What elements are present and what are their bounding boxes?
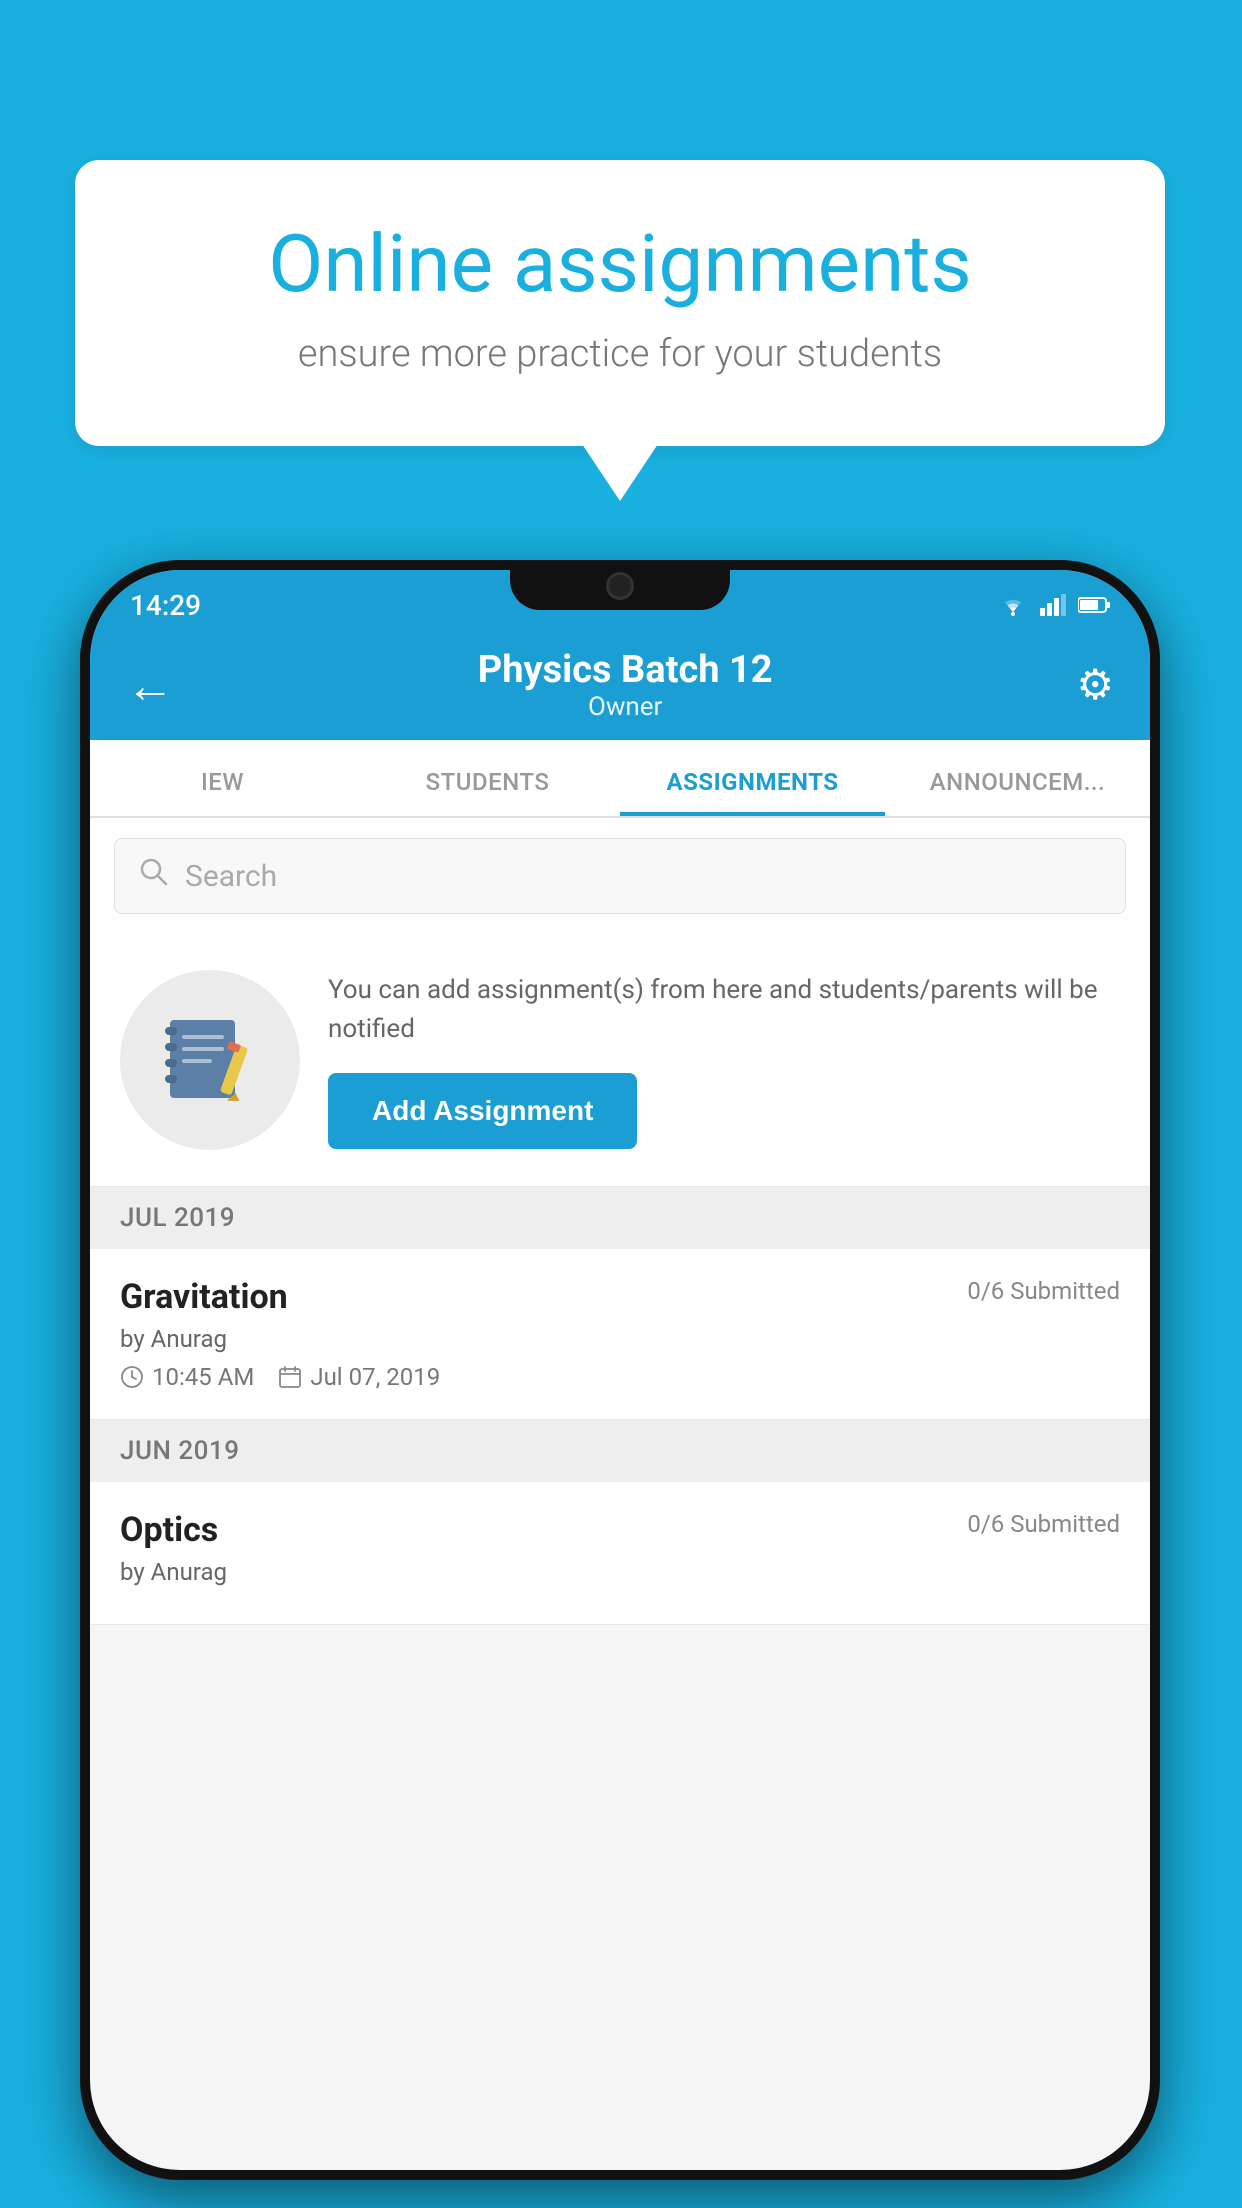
- search-bar[interactable]: Search: [114, 838, 1126, 914]
- assignment-submitted-optics: 0/6 Submitted: [967, 1510, 1120, 1538]
- assignment-name: Gravitation: [120, 1277, 288, 1317]
- assignment-date: Jul 07, 2019: [310, 1363, 440, 1391]
- phone-notch: [510, 560, 730, 610]
- signal-icon: [1040, 594, 1066, 616]
- search-icon: [139, 857, 169, 895]
- section-header-jun: JUN 2019: [90, 1420, 1150, 1482]
- status-icons: [998, 594, 1110, 616]
- tab-announcements[interactable]: ANNOUNCEM...: [885, 740, 1150, 816]
- speech-bubble-container: Online assignments ensure more practice …: [75, 160, 1165, 446]
- phone-frame: 14:29: [80, 560, 1160, 2180]
- speech-bubble-subtitle: ensure more practice for your students: [145, 332, 1095, 376]
- assignment-by-optics: by Anurag: [120, 1558, 1120, 1586]
- clock-icon: [120, 1365, 144, 1389]
- assignment-name-optics: Optics: [120, 1510, 218, 1550]
- app-bar-title-group: Physics Batch 12 Owner: [478, 648, 773, 722]
- speech-bubble-title: Online assignments: [145, 220, 1095, 308]
- app-bar: ← Physics Batch 12 Owner ⚙: [90, 630, 1150, 740]
- assignment-time: 10:45 AM: [152, 1363, 254, 1391]
- tabs-bar: IEW STUDENTS ASSIGNMENTS ANNOUNCEM...: [90, 740, 1150, 818]
- promo-section: You can add assignment(s) from here and …: [90, 934, 1150, 1187]
- battery-icon: [1078, 596, 1110, 614]
- app-bar-title: Physics Batch 12: [478, 648, 773, 692]
- settings-button[interactable]: ⚙: [1076, 660, 1114, 710]
- meta-time: 10:45 AM: [120, 1363, 254, 1391]
- search-container: Search: [90, 818, 1150, 934]
- assignment-item-optics[interactable]: Optics 0/6 Submitted by Anurag: [90, 1482, 1150, 1625]
- promo-description: You can add assignment(s) from here and …: [328, 971, 1120, 1049]
- assignment-item-gravitation[interactable]: Gravitation 0/6 Submitted by Anurag 10:4…: [90, 1249, 1150, 1420]
- phone-screen: 14:29: [90, 570, 1150, 2170]
- app-bar-subtitle: Owner: [478, 692, 773, 722]
- section-header-jul: JUL 2019: [90, 1187, 1150, 1249]
- add-assignment-button[interactable]: Add Assignment: [328, 1073, 637, 1149]
- assignment-top-row: Gravitation 0/6 Submitted: [120, 1277, 1120, 1317]
- tab-students[interactable]: STUDENTS: [355, 740, 620, 816]
- assignment-submitted: 0/6 Submitted: [967, 1277, 1120, 1305]
- notebook-icon: [160, 1015, 260, 1105]
- calendar-icon: [278, 1365, 302, 1389]
- tab-assignments[interactable]: ASSIGNMENTS: [620, 740, 885, 816]
- assignment-by: by Anurag: [120, 1325, 1120, 1353]
- assignment-top-row-optics: Optics 0/6 Submitted: [120, 1510, 1120, 1550]
- back-button[interactable]: ←: [126, 657, 174, 714]
- search-placeholder: Search: [185, 859, 277, 894]
- speech-bubble: Online assignments ensure more practice …: [75, 160, 1165, 446]
- promo-icon-circle: [120, 970, 300, 1150]
- front-camera: [606, 572, 634, 600]
- tab-iew[interactable]: IEW: [90, 740, 355, 816]
- status-time: 14:29: [130, 589, 201, 622]
- assignment-meta: 10:45 AM Jul 07, 2019: [120, 1363, 1120, 1391]
- promo-text-group: You can add assignment(s) from here and …: [328, 971, 1120, 1149]
- meta-date: Jul 07, 2019: [278, 1363, 440, 1391]
- wifi-icon: [998, 594, 1028, 616]
